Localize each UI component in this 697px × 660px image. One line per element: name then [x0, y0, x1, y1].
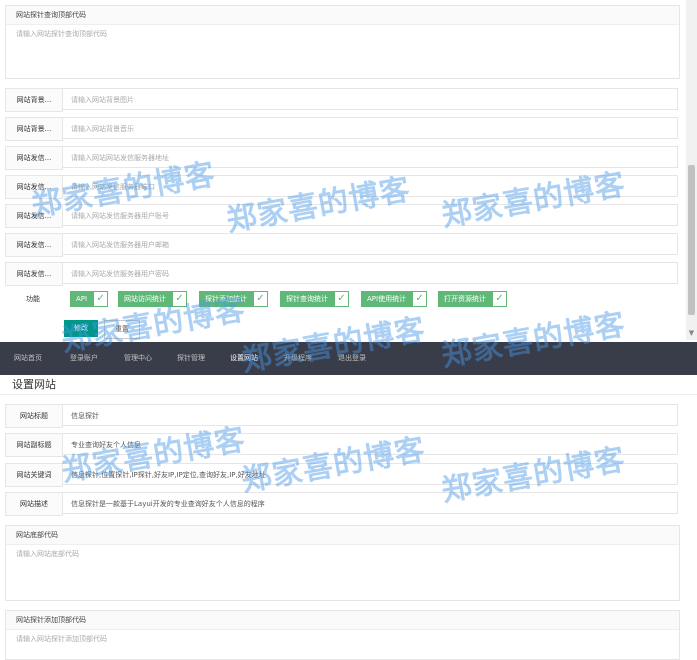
add-head-code-title: 网站探针添加顶部代码 — [6, 611, 679, 630]
feature-query-stats-label: 探针查询统计 — [280, 291, 334, 307]
mail-account-input[interactable]: 请输入网站发信服务器用户账号 — [62, 204, 678, 226]
check-icon: ✓ — [172, 291, 187, 307]
site-title-label: 网站标题 — [5, 404, 63, 428]
feature-resource-stats-checkbox[interactable]: 打开资源统计 ✓ — [438, 291, 507, 307]
mail-email-row: 网站发信... 请输入网站发信服务器用户邮箱 — [5, 233, 678, 257]
scrollbar-thumb[interactable] — [688, 165, 695, 315]
check-icon: ✓ — [334, 291, 349, 307]
nav-item-probe[interactable]: 探针管理 — [177, 342, 205, 375]
site-description-label: 网站描述 — [5, 492, 63, 516]
nav-item-home[interactable]: 网站首页 — [14, 342, 42, 375]
feature-api-checkbox[interactable]: API ✓ — [70, 291, 109, 307]
feature-query-stats-checkbox[interactable]: 探针查询统计 ✓ — [280, 291, 349, 307]
submit-button[interactable]: 修改 — [64, 320, 98, 337]
site-subtitle-input[interactable]: 专业查询好友个人信息 — [62, 433, 678, 455]
bg-image-row: 网站背景... 请输入网站背景图片 — [5, 88, 678, 112]
title-divider — [0, 394, 697, 395]
footer-code-box: 网站底部代码 请输入网站底部代码 — [5, 525, 680, 601]
chevron-down-icon[interactable]: ▼ — [686, 329, 697, 337]
nav-item-upgrade[interactable]: 升级程序 — [284, 342, 312, 375]
mail-password-row: 网站发信... 请输入网站发信服务器用户密码 — [5, 262, 678, 286]
check-icon: ✓ — [253, 291, 268, 307]
mail-password-input[interactable]: 请输入网站发信服务器用户密码 — [62, 262, 678, 284]
mail-port-input[interactable]: 请输入网站发信服务器端口 — [62, 175, 678, 197]
mail-account-row: 网站发信... 请输入网站发信服务器用户账号 — [5, 204, 678, 228]
top-nav: 网站首页 登录账户 管理中心 探针管理 设置网站 升级程序 退出登录 — [0, 342, 697, 375]
feature-visit-stats-label: 网站访问统计 — [118, 291, 172, 307]
feature-resource-stats-label: 打开资源统计 — [438, 291, 492, 307]
mail-server-input[interactable]: 请输入网站网站发信服务器地址 — [62, 146, 678, 168]
scrollbar[interactable]: ▼ — [686, 0, 697, 340]
bg-image-input[interactable]: 请输入网站背景图片 — [62, 88, 678, 110]
head-code-title: 网站探针查询顶部代码 — [6, 6, 679, 25]
reset-button[interactable]: 重置 — [104, 320, 140, 339]
site-title-input[interactable]: 信息探针 — [62, 404, 678, 426]
feature-visit-stats-checkbox[interactable]: 网站访问统计 ✓ — [118, 291, 187, 307]
add-head-code-textarea[interactable]: 请输入网站探针添加顶部代码 — [6, 630, 679, 648]
footer-code-title: 网站底部代码 — [6, 526, 679, 545]
site-description-row: 网站描述 信息探针是一款基于Layui开发的专业查询好友个人信息的程序 — [5, 492, 678, 516]
site-keywords-input[interactable]: 信息探针,位置探针,IP探针,好友IP,IP定位,查询好友,IP,好友地址 — [62, 463, 678, 485]
bg-music-label: 网站背景... — [5, 117, 63, 141]
nav-item-logout[interactable]: 退出登录 — [338, 342, 366, 375]
footer-code-textarea[interactable]: 请输入网站底部代码 — [6, 545, 679, 563]
top-form-panel: 网站探针查询顶部代码 请输入网站探针查询顶部代码 网站背景... 请输入网站背景… — [0, 0, 697, 340]
mail-email-label: 网站发信... — [5, 233, 63, 257]
site-subtitle-label: 网站副标题 — [5, 433, 63, 457]
feature-add-stats-label: 探针添加统计 — [199, 291, 253, 307]
bg-music-row: 网站背景... 请输入网站背景音乐 — [5, 117, 678, 141]
site-subtitle-row: 网站副标题 专业查询好友个人信息 — [5, 433, 678, 457]
mail-account-label: 网站发信... — [5, 204, 63, 228]
nav-item-admin[interactable]: 管理中心 — [124, 342, 152, 375]
feature-api-usage-label: API使用统计 — [361, 291, 413, 307]
nav-item-settings[interactable]: 设置网站 — [230, 342, 258, 375]
bg-image-label: 网站背景... — [5, 88, 63, 112]
site-keywords-row: 网站关键词 信息探针,位置探针,IP探针,好友IP,IP定位,查询好友,IP,好… — [5, 463, 678, 487]
head-code-box: 网站探针查询顶部代码 请输入网站探针查询顶部代码 — [5, 5, 680, 79]
check-icon: ✓ — [492, 291, 507, 307]
check-icon: ✓ — [93, 291, 109, 307]
check-icon: ✓ — [412, 291, 428, 307]
features-label: 功能 — [26, 295, 40, 303]
mail-port-row: 网站发信... 请输入网站发信服务器端口 — [5, 175, 678, 199]
feature-api-label: API — [70, 291, 94, 307]
nav-item-login[interactable]: 登录账户 — [70, 342, 98, 375]
feature-add-stats-checkbox[interactable]: 探针添加统计 ✓ — [199, 291, 268, 307]
site-title-row: 网站标题 信息探针 — [5, 404, 678, 428]
site-description-input[interactable]: 信息探针是一款基于Layui开发的专业查询好友个人信息的程序 — [62, 492, 678, 514]
add-head-code-box: 网站探针添加顶部代码 请输入网站探针添加顶部代码 — [5, 610, 680, 660]
mail-port-label: 网站发信... — [5, 175, 63, 199]
mail-password-label: 网站发信... — [5, 262, 63, 286]
head-code-textarea[interactable]: 请输入网站探针查询顶部代码 — [6, 25, 679, 43]
mail-email-input[interactable]: 请输入网站发信服务器用户邮箱 — [62, 233, 678, 255]
mail-server-label: 网站发信... — [5, 146, 63, 170]
page-title: 设置网站 — [12, 378, 56, 391]
feature-api-usage-checkbox[interactable]: API使用统计 ✓ — [361, 291, 428, 307]
site-keywords-label: 网站关键词 — [5, 463, 63, 487]
bg-music-input[interactable]: 请输入网站背景音乐 — [62, 117, 678, 139]
mail-server-row: 网站发信... 请输入网站网站发信服务器地址 — [5, 146, 678, 170]
